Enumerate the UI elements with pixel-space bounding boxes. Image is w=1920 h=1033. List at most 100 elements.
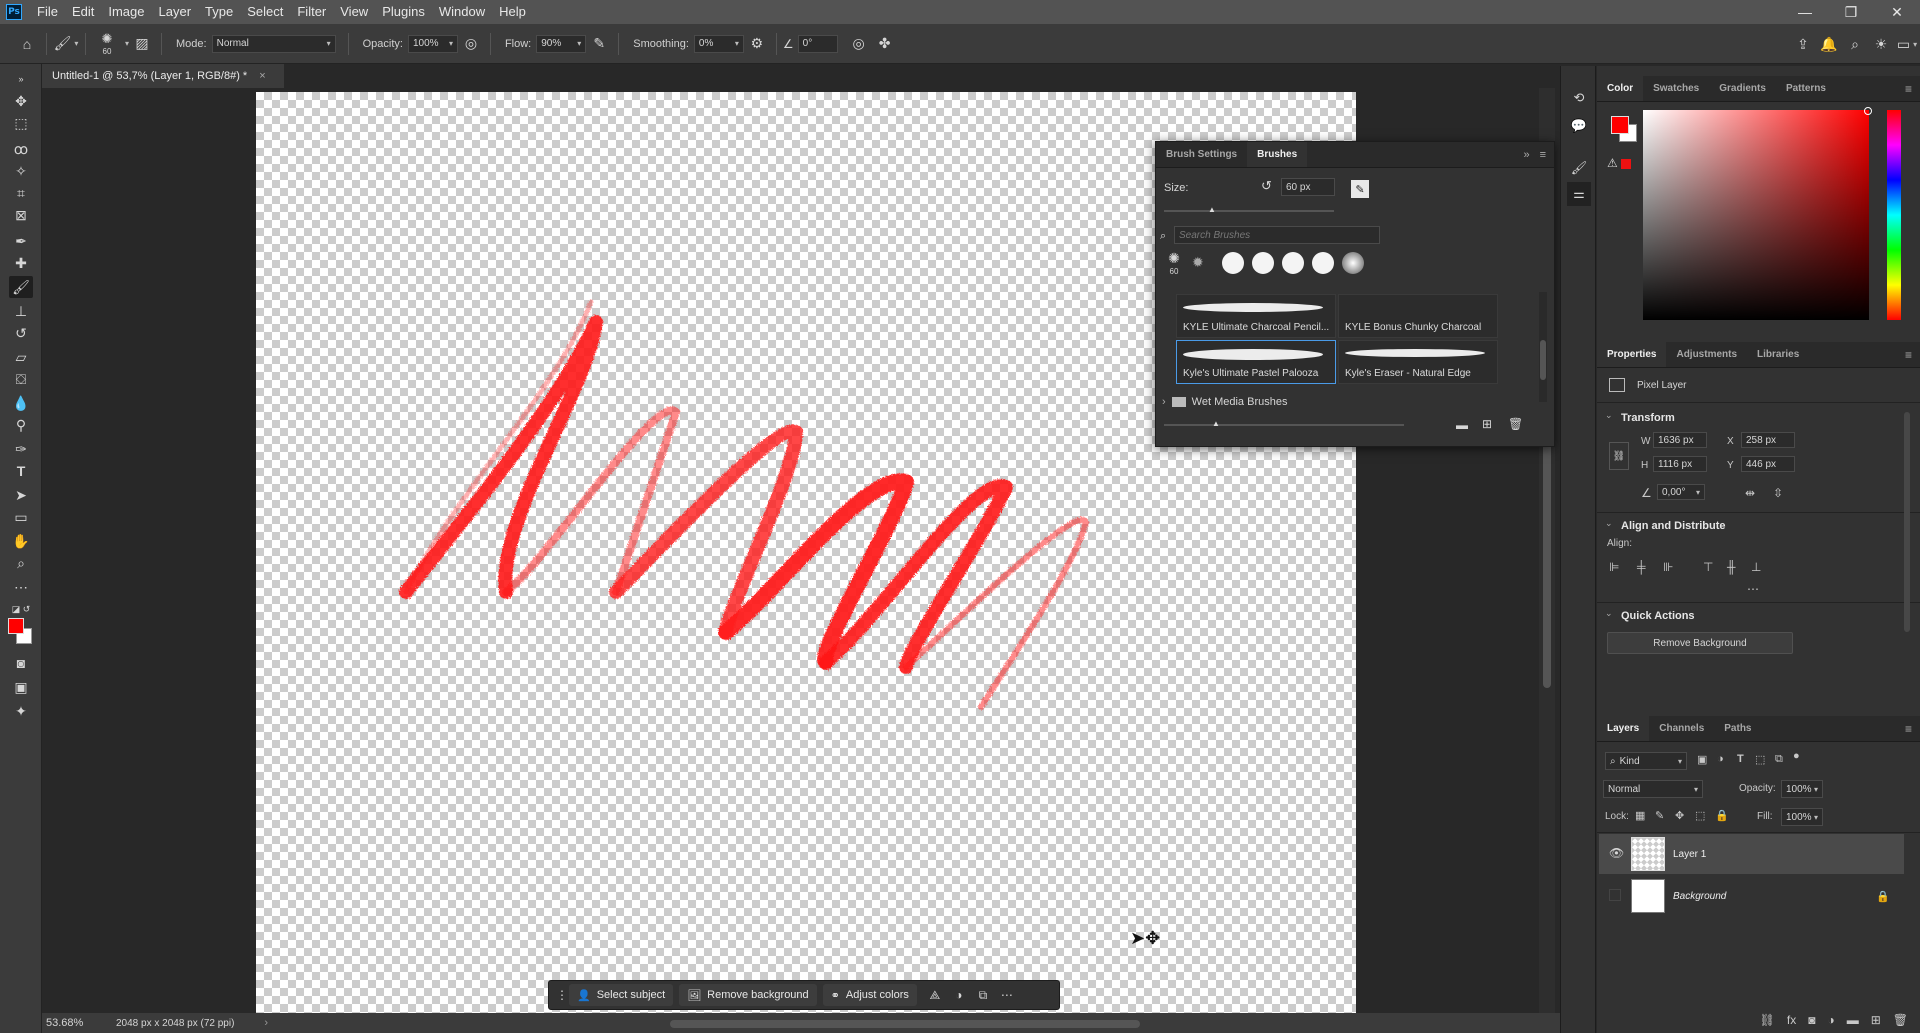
- brush-tool-preset-icon[interactable]: 🖌 ▾: [53, 31, 79, 57]
- edit-toolbar-icon[interactable]: ⋯: [9, 576, 33, 598]
- panel-menu-icon[interactable]: ≡: [1905, 76, 1920, 101]
- flow-field[interactable]: 90% ▾: [536, 34, 587, 53]
- scroll-thumb[interactable]: [1543, 438, 1551, 688]
- paint-bucket-tool-icon[interactable]: ⛋: [9, 368, 33, 390]
- menu-image[interactable]: Image: [101, 0, 151, 24]
- pressure-opacity-icon[interactable]: ◎: [458, 31, 484, 57]
- move-tool-icon[interactable]: ✥: [9, 90, 33, 112]
- discover-lightbulb-icon[interactable]: ☀: [1868, 31, 1894, 57]
- panel-menu-icon[interactable]: ≡: [1905, 342, 1920, 367]
- foreground-color-swatch[interactable]: [1611, 116, 1629, 134]
- filter-adjustment-icon[interactable]: ◑: [1717, 753, 1724, 765]
- delete-brush-trash-icon[interactable]: 🗑: [1508, 417, 1523, 431]
- smoothing-field[interactable]: 0% ▾: [693, 34, 744, 53]
- properties-scrollbar[interactable]: [1903, 402, 1911, 702]
- gamut-warning-icon[interactable]: ⚠: [1607, 156, 1618, 170]
- brush-preset-picker[interactable]: ✺ 60: [92, 31, 122, 56]
- tab-adjustments[interactable]: Adjustments: [1666, 342, 1747, 367]
- recent-brush-round-4[interactable]: [1312, 252, 1334, 274]
- align-left-icon[interactable]: ⊫: [1609, 560, 1619, 574]
- new-brush-icon[interactable]: ✎: [1351, 180, 1369, 198]
- tab-libraries[interactable]: Libraries: [1747, 342, 1809, 367]
- link-layers-icon[interactable]: ⛓: [1760, 1013, 1775, 1027]
- panel-menu-icon[interactable]: ≡: [1905, 716, 1920, 741]
- brush-group-wet-media[interactable]: › Wet Media Brushes: [1162, 392, 1542, 412]
- healing-brush-tool-icon[interactable]: ✚: [9, 252, 33, 274]
- fill-field[interactable]: 100% ▾: [1781, 808, 1823, 826]
- remove-background-button[interactable]: 🖼 Remove background: [679, 984, 817, 1006]
- tab-patterns[interactable]: Patterns: [1776, 76, 1836, 101]
- tab-layers[interactable]: Layers: [1597, 716, 1650, 741]
- y-field[interactable]: 446 px: [1741, 456, 1795, 472]
- brush-preset-eraser-natural-edge[interactable]: Kyle's Eraser - Natural Edge: [1338, 340, 1498, 384]
- menu-layer[interactable]: Layer: [152, 0, 199, 24]
- lock-transparent-icon[interactable]: ▦: [1635, 809, 1645, 822]
- magic-wand-tool-icon[interactable]: ✧: [9, 160, 33, 182]
- lock-all-icon[interactable]: 🔒: [1715, 809, 1729, 822]
- minimize-icon[interactable]: —: [1782, 0, 1828, 24]
- type-tool-icon[interactable]: T: [9, 460, 33, 482]
- new-group-folder-icon[interactable]: ▬: [1847, 1013, 1859, 1027]
- tab-channels[interactable]: Channels: [1649, 716, 1714, 741]
- brush-tool-icon[interactable]: 🖌: [9, 276, 33, 298]
- layer-name[interactable]: Background: [1673, 891, 1726, 902]
- layer-opacity-field[interactable]: 100% ▾: [1781, 780, 1823, 798]
- brush-settings-icon[interactable]: 🖌: [1567, 156, 1591, 180]
- comments-icon[interactable]: 💬: [1567, 114, 1591, 138]
- align-center-h-icon[interactable]: ╪: [1637, 560, 1646, 574]
- smart-object-icon[interactable]: ⧉: [971, 988, 995, 1003]
- brushes-panel-icon[interactable]: ⚌: [1567, 182, 1591, 206]
- more-options-icon[interactable]: ⋯: [995, 988, 1019, 1002]
- filter-smart-object-icon[interactable]: ⧉: [1775, 753, 1783, 766]
- recent-brush-round-3[interactable]: [1282, 252, 1304, 274]
- zoom-readout[interactable]: 53.68%: [46, 1017, 116, 1029]
- more-align-options-icon[interactable]: ⋯: [1747, 582, 1759, 596]
- gamut-color-chip[interactable]: [1621, 159, 1631, 169]
- brush-angle-field[interactable]: 0°: [797, 34, 838, 53]
- recent-brush-soft[interactable]: [1342, 252, 1364, 274]
- notifications-bell-icon[interactable]: 🔔: [1816, 31, 1842, 57]
- brush-preset-pastel-palooza[interactable]: Kyle's Ultimate Pastel Palooza: [1176, 340, 1336, 384]
- dodge-tool-icon[interactable]: ⚲: [9, 414, 33, 436]
- menu-filter[interactable]: Filter: [290, 0, 333, 24]
- blend-mode-select[interactable]: Normal ▾: [1603, 780, 1703, 798]
- chevron-down-icon[interactable]: ⌄: [1605, 410, 1613, 421]
- align-top-icon[interactable]: ⊤: [1703, 560, 1713, 574]
- rotation-field[interactable]: 0,00° ▾: [1657, 484, 1705, 500]
- smoothing-options-gear-icon[interactable]: ⚙: [744, 31, 770, 57]
- horizontal-scrollbar-thumb[interactable]: [670, 1020, 1140, 1028]
- restore-icon[interactable]: ❐: [1828, 0, 1874, 24]
- frame-tool-icon[interactable]: ⊠: [9, 204, 33, 226]
- height-field[interactable]: 1116 px: [1653, 456, 1707, 472]
- zoom-tool-icon[interactable]: ⌕: [9, 552, 33, 574]
- lock-image-brush-icon[interactable]: ✎: [1655, 809, 1664, 822]
- tab-swatches[interactable]: Swatches: [1643, 76, 1709, 101]
- collapse-panel-icon[interactable]: »: [1523, 149, 1529, 161]
- menu-type[interactable]: Type: [198, 0, 240, 24]
- menu-plugins[interactable]: Plugins: [375, 0, 432, 24]
- reset-size-icon[interactable]: ↺: [1261, 178, 1272, 194]
- menu-view[interactable]: View: [333, 0, 375, 24]
- filter-shape-icon[interactable]: ⬚: [1755, 753, 1765, 766]
- share-icon[interactable]: ⇪: [1790, 31, 1816, 57]
- color-picker-ring[interactable]: [1864, 107, 1872, 115]
- width-field[interactable]: 1636 px: [1653, 432, 1707, 448]
- layer-name[interactable]: Layer 1: [1673, 849, 1706, 860]
- visibility-toggle-off[interactable]: [1609, 889, 1621, 901]
- close-window-icon[interactable]: ✕: [1874, 0, 1920, 24]
- remove-background-quick-button[interactable]: Remove Background: [1607, 632, 1793, 654]
- screen-mode-icon[interactable]: ▣: [9, 676, 33, 698]
- tab-brush-settings[interactable]: Brush Settings: [1156, 142, 1247, 167]
- recent-brush-spatter-icon[interactable]: ✹: [1192, 254, 1204, 271]
- adjust-colors-button[interactable]: ⚭ Adjust colors: [822, 984, 917, 1006]
- pen-tool-icon[interactable]: ✑: [9, 438, 33, 460]
- scroll-thumb[interactable]: [1904, 412, 1910, 632]
- home-icon[interactable]: ⌂: [14, 31, 40, 57]
- align-middle-v-icon[interactable]: ╫: [1727, 560, 1736, 574]
- add-mask-icon[interactable]: ◙: [1808, 1013, 1815, 1027]
- eyedropper-tool-icon[interactable]: ✒: [9, 230, 33, 252]
- eraser-tool-icon[interactable]: ▱: [9, 346, 33, 368]
- layer-effects-fx-icon[interactable]: fx: [1787, 1013, 1796, 1027]
- tab-properties[interactable]: Properties: [1597, 342, 1667, 367]
- workspace-icon[interactable]: ▭ ▾: [1894, 31, 1920, 57]
